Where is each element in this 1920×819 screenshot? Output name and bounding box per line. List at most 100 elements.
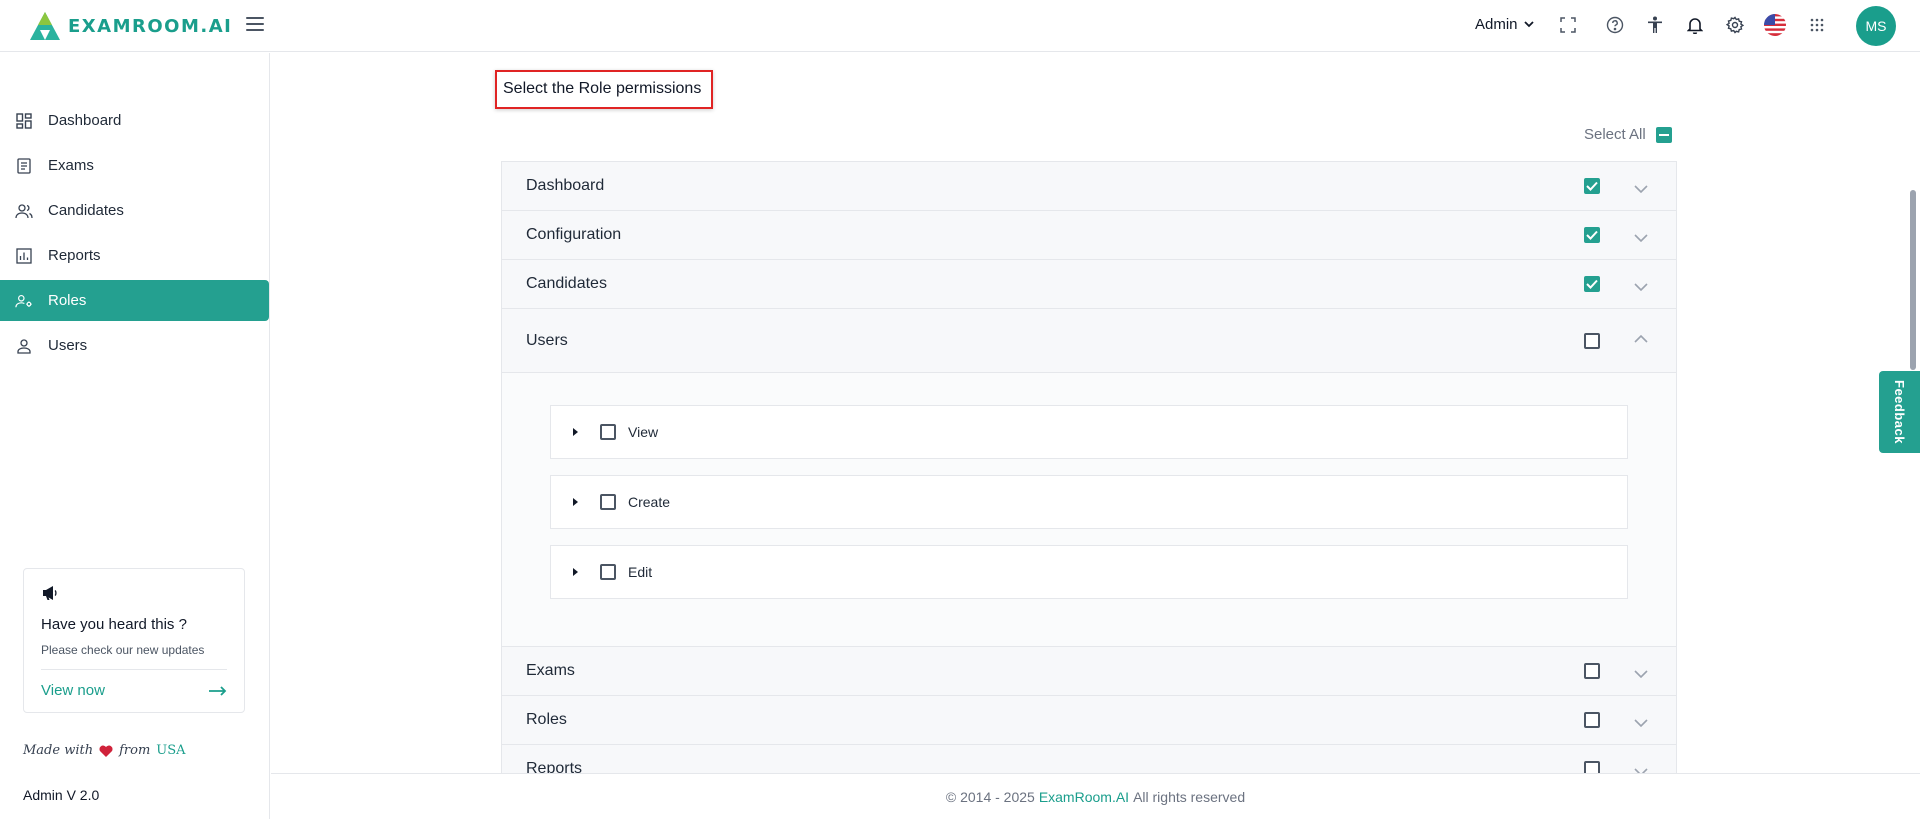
- permission-checkbox[interactable]: [1584, 276, 1600, 292]
- us-flag-icon[interactable]: [1764, 14, 1786, 36]
- main-content: Select the Role permissions Select All D…: [271, 53, 1920, 773]
- sidebar-item-users[interactable]: Users: [0, 325, 269, 366]
- admin-dropdown[interactable]: Admin: [1475, 16, 1534, 33]
- permission-checkbox[interactable]: [1584, 712, 1600, 728]
- permission-checkbox[interactable]: [1584, 663, 1600, 679]
- checkmark-icon: [1586, 181, 1598, 191]
- arrow-right-icon: [209, 685, 227, 696]
- sidebar: Dashboard Exams Candidates Reports Roles: [0, 53, 270, 819]
- sidebar-item-label: Candidates: [48, 202, 124, 219]
- users-permissions-panel: View Create Edit: [502, 373, 1676, 647]
- permission-label: Roles: [526, 711, 567, 728]
- sidebar-item-label: Users: [48, 337, 88, 354]
- permission-row-exams[interactable]: Exams: [502, 647, 1676, 696]
- heart-icon: [99, 745, 113, 757]
- hamburger-line: [246, 23, 264, 25]
- avatar[interactable]: MS: [1856, 6, 1896, 46]
- select-all-toggle[interactable]: Select All: [1584, 126, 1672, 143]
- permission-label: Candidates: [526, 275, 607, 292]
- permissions-accordion: Dashboard Configuration Candidates Users: [501, 161, 1677, 773]
- sidebar-item-label: Dashboard: [48, 112, 122, 129]
- roles-icon: [15, 292, 33, 310]
- sub-permission-label: Create: [628, 494, 671, 510]
- reports-icon: [15, 247, 33, 265]
- chevron-down-icon[interactable]: [1634, 283, 1648, 291]
- sub-permission-checkbox[interactable]: [600, 424, 616, 440]
- exams-icon: [15, 157, 33, 175]
- checkmark-icon: [1586, 230, 1598, 240]
- permission-label: Reports: [526, 760, 583, 773]
- gear-icon[interactable]: [1724, 14, 1746, 36]
- permission-row-roles[interactable]: Roles: [502, 696, 1676, 745]
- permission-checkbox[interactable]: [1584, 332, 1600, 349]
- rights-text: All rights reserved: [1133, 788, 1246, 805]
- sidebar-nav: Dashboard Exams Candidates Reports Roles: [0, 100, 269, 370]
- updates-promo-card: Have you heard this ? Please check our n…: [23, 568, 245, 713]
- permission-row-configuration[interactable]: Configuration: [502, 211, 1676, 260]
- made-with-love: Made with from USA: [23, 743, 186, 758]
- accessibility-icon[interactable]: [1644, 14, 1666, 36]
- sub-permission-checkbox[interactable]: [600, 564, 616, 580]
- admin-dropdown-label: Admin: [1475, 16, 1518, 33]
- sidebar-item-candidates[interactable]: Candidates: [0, 190, 269, 231]
- caret-right-icon[interactable]: [573, 568, 578, 576]
- sub-permission-checkbox[interactable]: [600, 494, 616, 510]
- chevron-down-icon[interactable]: [1634, 670, 1648, 678]
- chevron-down-icon[interactable]: [1634, 234, 1648, 242]
- logo-text: EXAMROOM.AI: [68, 15, 233, 37]
- permission-row-dashboard[interactable]: Dashboard: [502, 162, 1676, 211]
- view-now-link[interactable]: View now: [41, 682, 227, 699]
- sub-permission-label: View: [628, 424, 659, 440]
- chevron-up-icon[interactable]: [1634, 334, 1648, 343]
- page-title: Select the Role permissions: [495, 70, 714, 109]
- dashboard-icon: [15, 112, 33, 130]
- permission-row-candidates[interactable]: Candidates: [502, 260, 1676, 309]
- apps-grid-icon[interactable]: [1806, 14, 1828, 36]
- caret-right-icon[interactable]: [573, 428, 578, 436]
- sidebar-item-roles[interactable]: Roles: [0, 280, 269, 321]
- made-with-text: Made with: [23, 743, 94, 758]
- copyright-text: © 2014 - 2025: [945, 788, 1035, 805]
- logo[interactable]: EXAMROOM.AI: [28, 10, 232, 42]
- sub-permission-edit: Edit: [550, 545, 1628, 599]
- bell-icon[interactable]: [1684, 14, 1706, 36]
- sidebar-item-exams[interactable]: Exams: [0, 145, 269, 186]
- permission-checkbox[interactable]: [1584, 178, 1600, 194]
- divider: [41, 669, 227, 670]
- hamburger-line: [246, 17, 264, 19]
- users-icon: [15, 337, 33, 355]
- megaphone-icon: [43, 586, 57, 600]
- sub-permission-view: View: [550, 405, 1628, 459]
- fullscreen-icon[interactable]: [1557, 14, 1579, 36]
- permission-checkbox[interactable]: [1584, 761, 1600, 773]
- caret-right-icon[interactable]: [573, 498, 578, 506]
- top-bar: EXAMROOM.AI Admin MS: [0, 0, 1920, 52]
- feedback-tab[interactable]: Feedback: [1879, 371, 1920, 453]
- from-text: from: [119, 743, 151, 758]
- chevron-down-icon[interactable]: [1634, 719, 1648, 727]
- permission-row-reports[interactable]: Reports: [502, 745, 1676, 773]
- sidebar-item-label: Reports: [48, 247, 101, 264]
- permission-row-users[interactable]: Users: [502, 309, 1676, 373]
- sidebar-item-reports[interactable]: Reports: [0, 235, 269, 276]
- menu-toggle-button[interactable]: [246, 17, 264, 31]
- logo-icon: [30, 12, 60, 40]
- chevron-down-icon[interactable]: [1634, 185, 1648, 193]
- footer-brand-link[interactable]: ExamRoom.AI: [1039, 789, 1129, 805]
- permission-label: Exams: [526, 662, 575, 679]
- sidebar-item-label: Roles: [48, 292, 87, 309]
- select-all-checkbox[interactable]: [1655, 126, 1672, 143]
- permission-label: Users: [526, 331, 568, 349]
- sub-permission-create: Create: [550, 475, 1628, 529]
- sidebar-item-label: Exams: [48, 157, 94, 174]
- promo-title: Have you heard this ?: [41, 616, 187, 633]
- select-all-label: Select All: [1584, 126, 1646, 143]
- checkmark-icon: [1586, 279, 1598, 289]
- view-now-label: View now: [41, 682, 105, 699]
- country-text: USA: [156, 743, 186, 758]
- sidebar-item-dashboard[interactable]: Dashboard: [0, 100, 269, 141]
- scrollbar-thumb[interactable]: [1910, 190, 1916, 370]
- help-icon[interactable]: [1604, 14, 1626, 36]
- app-version: Admin V 2.0: [23, 787, 100, 803]
- permission-checkbox[interactable]: [1584, 227, 1600, 243]
